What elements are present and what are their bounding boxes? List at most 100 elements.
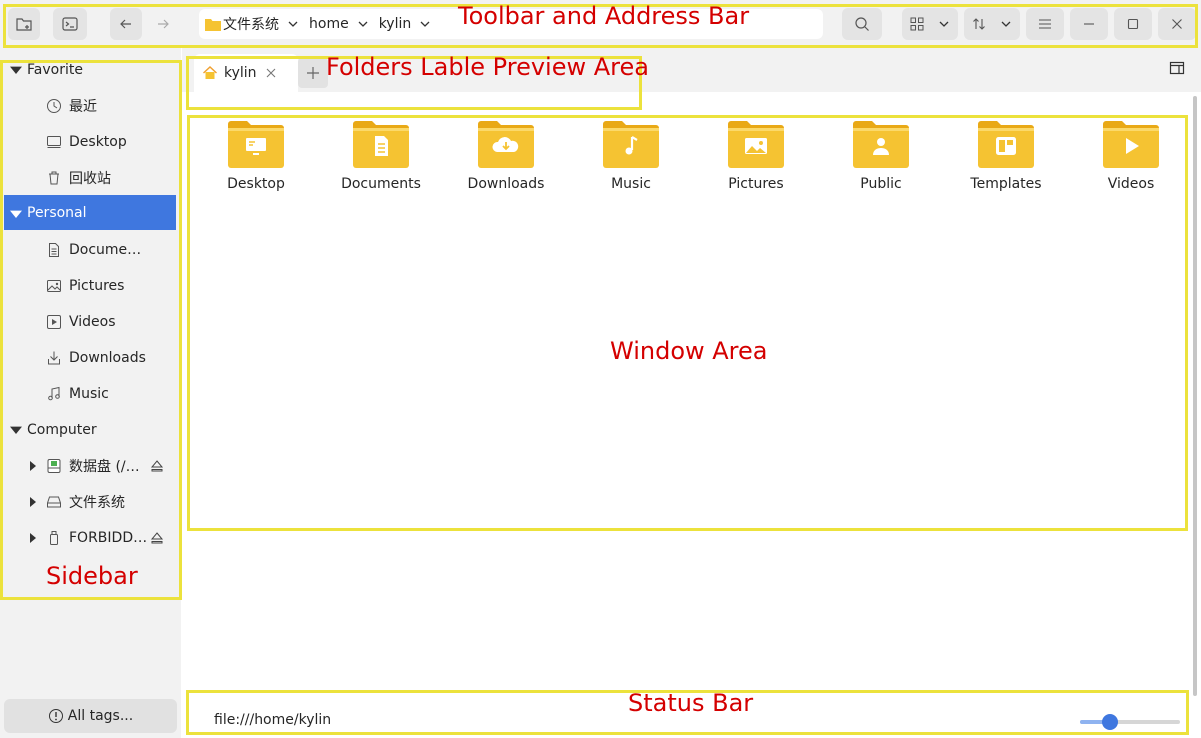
sidebar-item-pictures[interactable]: Pictures [4,270,176,302]
breadcrumb-label: kylin [378,16,412,32]
close-icon[interactable] [265,67,277,79]
back-button[interactable] [110,8,142,40]
folder-label: Public [860,176,902,192]
sidebar-item-documents[interactable]: Docume… [4,234,176,266]
folder-label: Videos [1107,176,1155,192]
file-view: Desktop Documents Downloads Music Pictures Pu… [182,92,1201,704]
music-note-icon [48,386,60,401]
breadcrumb-kylin[interactable]: kylin [379,16,432,32]
sidebar-section-label: Favorite [27,62,83,78]
chevron-down-icon [1001,21,1011,27]
caret-down-icon[interactable] [8,62,24,78]
usb-drive-icon [50,531,58,545]
annotation-label-toolbar: Toolbar and Address Bar [458,2,750,30]
sidebar-item-filesystem[interactable]: 文件系统 [4,486,176,518]
annotation-label-window: Window Area [610,337,768,365]
folder-item[interactable]: Public [826,120,936,192]
caret-right-icon[interactable] [28,460,38,472]
breadcrumb-home[interactable]: home [309,16,369,32]
folder-item[interactable]: Desktop [201,120,311,192]
terminal-button[interactable] [53,8,87,40]
caret-down-icon[interactable] [8,206,24,222]
chevron-down-icon [939,21,949,27]
maximize-button[interactable] [1114,8,1152,40]
info-icon [48,709,63,723]
play-icon [47,315,61,329]
sidebar-item-label: 最近 [69,99,97,115]
sidebar-item-videos[interactable]: Videos [4,306,176,338]
home-icon [203,66,217,79]
folder-item[interactable]: Downloads [451,120,561,192]
annotation-label-sidebar: Sidebar [46,562,138,590]
sidebar-item-music[interactable]: Music [4,378,176,410]
arrow-left-icon [120,19,131,29]
harddrive-icon [47,496,61,508]
sort-button[interactable] [964,8,1020,40]
folder-item[interactable]: Videos [1076,120,1186,192]
folder-item[interactable]: Templates [951,120,1061,192]
new-tab-button[interactable] [298,58,328,88]
sidebar-item-label: 回收站 [69,171,111,187]
breadcrumb-filesystem[interactable]: 文件系统 [205,14,299,34]
sidebar-section-favorite[interactable]: Favorite [4,54,176,86]
chevron-down-icon[interactable] [419,18,431,30]
sidebar-item-usb[interactable]: FORBIDD… [4,522,176,554]
sidebar-section-label: Personal [27,204,87,221]
minimize-button[interactable] [1070,8,1108,40]
folder-plus-icon [16,18,32,31]
preview-pane-icon [1169,61,1185,75]
sidebar-section-computer[interactable]: Computer [4,414,176,446]
disk-icon [47,459,61,473]
annotation-label-tabs: Folders Lable Preview Area [326,53,649,81]
vertical-scrollbar[interactable] [1193,96,1197,696]
search-button[interactable] [842,8,882,40]
eject-icon[interactable] [149,530,165,546]
play-folder-icon [1103,121,1159,168]
caret-down-icon[interactable] [8,422,24,438]
view-mode-button[interactable] [902,8,958,40]
hamburger-menu-icon [1039,19,1051,29]
document-icon [49,243,59,257]
search-icon [855,17,869,31]
sidebar: Favorite 最近 Desktop 回收站 Personal Docume…… [0,48,181,738]
folder-label: Desktop [227,176,285,192]
eject-icon[interactable] [149,458,165,474]
folder-label: Downloads [467,176,545,192]
tab-kylin[interactable]: kylin [194,54,298,92]
folder-item[interactable]: Documents [326,120,436,192]
sidebar-item-desktop[interactable]: Desktop [4,126,176,158]
new-folder-button[interactable] [8,8,40,40]
sidebar-item-trash[interactable]: 回收站 [4,162,176,194]
zoom-slider-track[interactable] [1080,714,1180,730]
grid-view-icon [910,17,924,31]
sidebar-item-label: Pictures [69,278,125,294]
close-button[interactable] [1158,8,1196,40]
forward-button[interactable] [147,8,179,40]
folder-item[interactable]: Pictures [701,120,811,192]
chevron-down-icon[interactable] [287,18,299,30]
sidebar-item-downloads[interactable]: Downloads [4,342,176,374]
sidebar-item-label: Downloads [69,350,146,366]
zoom-slider-handle[interactable] [1102,714,1118,730]
document-folder-icon [353,121,409,168]
sort-icon [973,18,985,30]
chevron-down-icon[interactable] [357,18,369,30]
sidebar-section-personal[interactable]: Personal [4,195,176,230]
arrow-right-icon [158,19,169,29]
caret-right-icon[interactable] [28,496,38,508]
monitor-icon [47,136,61,148]
image-icon [47,280,61,292]
folder-item[interactable]: Music [576,120,686,192]
folder-icon [205,19,221,31]
person-folder-icon [853,121,909,168]
preview-toggle-button[interactable] [1169,60,1185,80]
all-tags-button[interactable]: All tags... [4,699,177,733]
all-tags-label: All tags... [67,708,134,724]
breadcrumb-label: home [309,16,349,32]
breadcrumb-label: 文件系统 [223,17,279,33]
caret-right-icon[interactable] [28,532,38,544]
folder-label: Documents [341,176,421,192]
sidebar-item-data-disk[interactable]: 数据盘 (/… [4,450,176,482]
menu-button[interactable] [1026,8,1064,40]
sidebar-item-recent[interactable]: 最近 [4,90,176,122]
